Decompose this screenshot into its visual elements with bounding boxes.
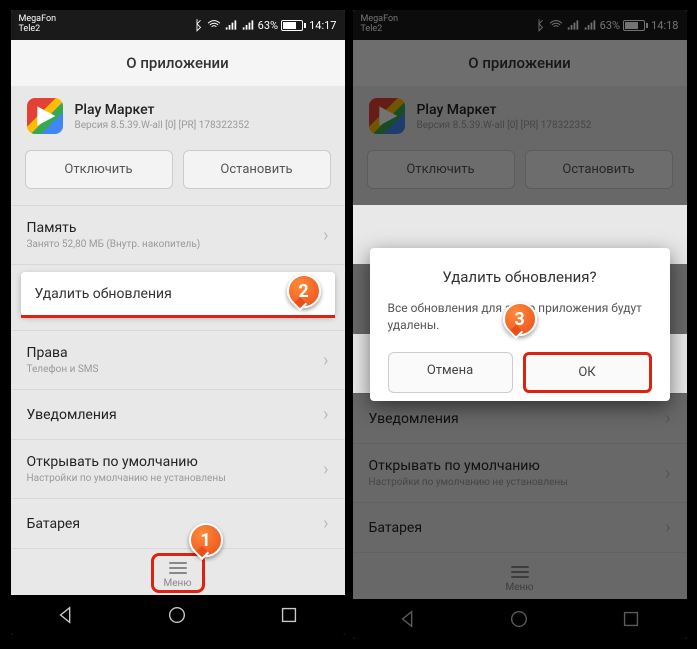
stop-button[interactable]: Остановить [183,150,331,189]
chevron-right-icon: › [323,350,328,371]
highlight-underline [21,315,335,318]
row-memory[interactable]: Память Занято 52,80 МБ (Внутр. накопител… [11,205,345,264]
chevron-right-icon: › [323,513,328,534]
android-navbar [11,595,345,635]
battery-icon [281,20,303,31]
menu-button[interactable]: Меню [148,557,208,591]
clock: 14:17 [309,19,336,32]
phone-right: MegaFon Tele2 63% 14:18 О приложении Pla… [353,10,687,639]
nav-home-icon[interactable] [166,604,188,626]
row-battery[interactable]: Батарея › [11,498,345,548]
phone-left: MegaFon Tele2 63% 14:17 О приложении Pla… [11,10,345,635]
play-store-icon [27,98,63,134]
carrier-2: Tele2 [19,25,57,35]
row-rights[interactable]: Права Телефон и SMS › [11,330,345,389]
delete-updates-label: Удалить обновления [35,286,172,302]
hamburger-icon [169,559,187,577]
chevron-right-icon: › [323,459,328,480]
row-open-default[interactable]: Открывать по умолчанию Настройки по умол… [11,439,345,498]
chevron-right-icon: › [323,225,328,246]
callout-2: 2 [287,274,321,308]
row-notifications[interactable]: Уведомления › [11,389,345,439]
bluetooth-icon [190,18,204,32]
app-version: Версия 8.5.39.W-all [0] [PR] 178322352 [75,120,329,131]
signal-2-icon [241,18,255,32]
dialog-title: Удалить обновления? [388,268,652,286]
callout-1: 1 [189,523,223,557]
chevron-right-icon: › [323,404,328,425]
dialog-ok-button[interactable]: ОК [523,352,652,393]
disable-button[interactable]: Отключить [25,150,173,189]
page-title: О приложении [11,40,345,86]
nav-back-icon[interactable] [55,604,77,626]
callout-3: 3 [503,302,537,336]
wifi-icon [207,18,221,32]
dialog-cancel-button[interactable]: Отмена [388,352,513,393]
status-bar: MegaFon Tele2 63% 14:17 [11,10,345,40]
app-name: Play Маркет [75,102,329,118]
app-header: Play Маркет Версия 8.5.39.W-all [0] [PR]… [11,86,345,146]
nav-recent-icon[interactable] [278,604,300,626]
battery-pct: 63% [258,19,278,32]
signal-1-icon [224,18,238,32]
